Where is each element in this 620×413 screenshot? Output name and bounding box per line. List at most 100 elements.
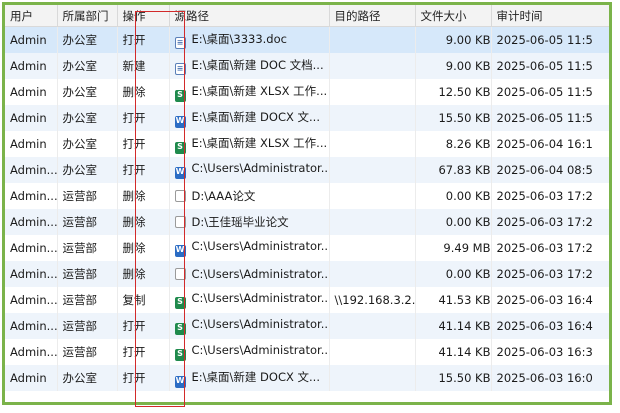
excel-file-icon: S: [174, 141, 186, 154]
cell-file-size: 0.00 KB: [415, 261, 492, 287]
cell-user: Admin: [5, 365, 58, 391]
cell-department-text: 办公室: [62, 111, 98, 125]
cell-destination-path: [329, 157, 416, 183]
cell-operation-text: 删除: [122, 189, 146, 203]
table-row[interactable]: Admin 办公室 打开 W E:\桌面\新建 DOCX 文... 15.50 KB 202…: [5, 365, 609, 391]
cell-file-size-text: 41.14 KB: [438, 345, 491, 359]
cell-destination-path: [329, 339, 416, 365]
cell-file-size: 67.83 KB: [415, 157, 492, 183]
cell-department: 运营部: [57, 183, 118, 209]
cell-audit-time-text: 2025-06-03 17:2: [496, 189, 593, 203]
blank-file-icon: [174, 190, 186, 202]
cell-department-text: 运营部: [62, 319, 98, 333]
cell-operation: 打开: [117, 339, 170, 365]
cell-audit-time: 2025-06-03 16:0: [491, 365, 609, 391]
cell-department: 运营部: [57, 209, 118, 235]
cell-audit-time: 2025-06-03 17:2: [491, 183, 609, 209]
cell-department: 办公室: [57, 365, 118, 391]
cell-source-path: S C:\Users\Administrator...: [169, 339, 330, 365]
cell-department-text: 办公室: [62, 85, 98, 99]
table-row[interactable]: Admin... 运营部 复制 S C:\Users\Administrator... \…: [5, 287, 609, 313]
cell-department-text: 运营部: [62, 267, 98, 281]
cell-department: 办公室: [57, 157, 118, 183]
cell-destination-path: [329, 79, 416, 105]
cell-department-text: 办公室: [62, 137, 98, 151]
excel-file-icon: S: [174, 297, 186, 309]
cell-file-size-text: 0.00 KB: [445, 189, 491, 203]
column-header-user[interactable]: 用户: [5, 5, 58, 27]
cell-source-path: D:\王佳瑶毕业论文: [169, 209, 330, 235]
cell-user-text: Admin: [10, 33, 47, 47]
cell-user-text: Admin...: [10, 189, 57, 203]
cell-source-path-text: C:\Users\Administrator...: [191, 161, 329, 175]
excel-file-icon: S: [174, 349, 186, 361]
table-row[interactable]: Admin 办公室 删除 S E:\桌面\新建 XLSX 工作... 12.50 KB 20…: [5, 79, 609, 105]
cell-user-text: Admin...: [10, 163, 57, 177]
excel-file-icon: S: [174, 89, 186, 102]
cell-file-size-text: 41.53 KB: [438, 293, 491, 307]
cell-audit-time: 2025-06-05 11:5: [491, 105, 609, 131]
table-row[interactable]: Admin... 运营部 打开 S C:\Users\Administrator... 4…: [5, 313, 609, 339]
cell-operation-text: 删除: [122, 267, 146, 281]
cell-source-path-text: E:\桌面\新建 XLSX 工作...: [191, 83, 328, 98]
cell-audit-time: 2025-06-03 16:4: [491, 287, 609, 313]
table-row[interactable]: Admin... 运营部 删除 D:\AAA论文 0.00 KB 2025-06-03 1…: [5, 183, 609, 209]
cell-department: 办公室: [57, 105, 118, 131]
cell-file-size-text: 8.26 KB: [445, 137, 491, 151]
cell-operation: 删除: [117, 209, 170, 235]
column-header-destination-path[interactable]: 目的路径: [329, 5, 416, 27]
cell-operation: 打开: [117, 26, 170, 53]
cell-user: Admin: [5, 131, 58, 157]
cell-operation: 删除: [117, 261, 170, 287]
cell-source-path: W E:\桌面\新建 DOCX 文...: [169, 105, 330, 131]
cell-user-text: Admin...: [10, 215, 57, 229]
table-row[interactable]: Admin 办公室 打开 ≡ E:\桌面\3333.doc 9.00 KB 2025-06-…: [5, 26, 609, 53]
cell-user-text: Admin...: [10, 267, 57, 281]
column-header-audit-time[interactable]: 审计时间: [491, 5, 609, 27]
cell-audit-time: 2025-06-03 17:2: [491, 261, 609, 287]
cell-operation-text: 打开: [122, 371, 146, 385]
cell-file-size-text: 9.00 KB: [445, 59, 491, 73]
column-header-source-path[interactable]: 源路径: [169, 5, 330, 27]
cell-department: 运营部: [57, 339, 118, 365]
cell-department: 办公室: [57, 53, 118, 79]
cell-operation-text: 打开: [122, 345, 146, 359]
cell-file-size-text: 12.50 KB: [438, 85, 491, 99]
table-row[interactable]: Admin... 运营部 删除 D:\王佳瑶毕业论文 0.00 KB 2025-06-03…: [5, 209, 609, 235]
cell-destination-path: [329, 183, 416, 209]
cell-file-size-text: 15.50 KB: [438, 371, 491, 385]
cell-department-text: 办公室: [62, 59, 98, 73]
table-row[interactable]: Admin 办公室 打开 S E:\桌面\新建 XLSX 工作... 8.26 KB 202…: [5, 131, 609, 157]
audit-log-panel: 用户 所属部门 操作 源路径 目的路径 文件大小 审计时间 Admin 办公室 打开…: [2, 2, 612, 405]
cell-user: Admin...: [5, 339, 58, 365]
table-row[interactable]: Admin... 运营部 删除 W C:\Users\Administrator... 9…: [5, 235, 609, 261]
cell-operation-text: 删除: [122, 241, 146, 255]
cell-operation-text: 删除: [122, 85, 146, 99]
cell-user-text: Admin: [10, 371, 47, 385]
cell-audit-time-text: 2025-06-03 16:3: [496, 345, 593, 359]
cell-department-text: 运营部: [62, 241, 98, 255]
column-header-department[interactable]: 所属部门: [57, 5, 118, 27]
cell-department-text: 办公室: [62, 371, 98, 385]
cell-audit-time-text: 2025-06-03 16:4: [496, 319, 593, 333]
table-row[interactable]: Admin... 办公室 打开 W C:\Users\Administrator... 6…: [5, 157, 609, 183]
cell-user: Admin...: [5, 183, 58, 209]
cell-source-path-text: E:\桌面\新建 DOCX 文...: [191, 109, 320, 124]
cell-file-size: 0.00 KB: [415, 183, 492, 209]
cell-operation-text: 打开: [122, 163, 146, 177]
cell-user-text: Admin...: [10, 293, 57, 307]
cell-destination-path: \\192.168.3.2...: [329, 287, 416, 313]
cell-source-path: ≡ E:\桌面\新建 DOC 文档...: [169, 53, 330, 79]
cell-user: Admin...: [5, 157, 58, 183]
table-row[interactable]: Admin 办公室 打开 W E:\桌面\新建 DOCX 文... 15.50 KB 202…: [5, 105, 609, 131]
table-row[interactable]: Admin... 运营部 打开 S C:\Users\Administrator... 4…: [5, 339, 609, 365]
column-header-file-size[interactable]: 文件大小: [415, 5, 492, 27]
cell-user: Admin...: [5, 287, 58, 313]
cell-department-text: 运营部: [62, 345, 98, 359]
cell-department-text: 运营部: [62, 189, 98, 203]
cell-department: 运营部: [57, 261, 118, 287]
cell-audit-time-text: 2025-06-03 16:4: [496, 293, 593, 307]
column-header-operation[interactable]: 操作: [117, 5, 170, 27]
table-row[interactable]: Admin 办公室 新建 ≡ E:\桌面\新建 DOC 文档... 9.00 KB 2025…: [5, 53, 609, 79]
table-row[interactable]: Admin... 运营部 删除 C:\Users\Administrator... 0.…: [5, 261, 609, 287]
